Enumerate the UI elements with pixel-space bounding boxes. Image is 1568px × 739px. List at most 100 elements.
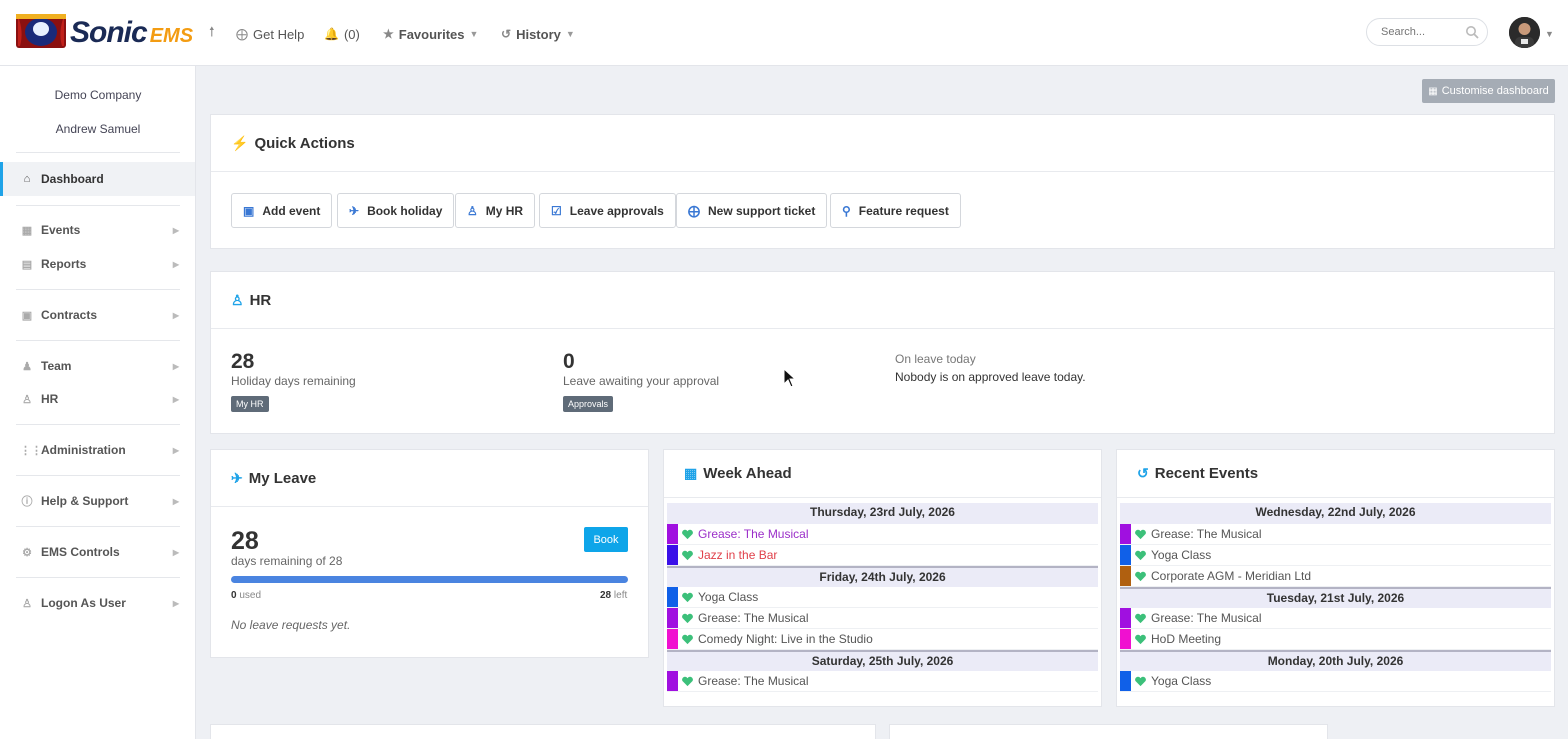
event-name[interactable]: HoD Meeting — [1151, 632, 1221, 646]
new-support-ticket-button[interactable]: ⨁ New support ticket — [676, 193, 828, 228]
event-name[interactable]: Grease: The Musical — [698, 674, 809, 688]
chevron-right-icon: ▶ — [172, 361, 179, 371]
report-icon: ▤ — [21, 258, 33, 271]
event-color-swatch — [1120, 671, 1131, 691]
event-name[interactable]: Yoga Class — [1151, 548, 1211, 562]
sidebar-item-reports[interactable]: ▤ Reports ▶ — [0, 247, 195, 281]
heart-icon — [1135, 550, 1146, 560]
button-label: Book holiday — [367, 203, 443, 218]
event-row[interactable]: HoD Meeting — [1120, 629, 1551, 650]
sidebar-item-team[interactable]: ♟ Team ▶ — [0, 349, 195, 383]
sidebar-item-ems-controls[interactable]: ⚙ EMS Controls ▶ — [0, 535, 195, 569]
awaiting-label: Leave awaiting your approval — [563, 374, 720, 388]
home-icon: ⌂ — [23, 173, 31, 185]
used-count: 0 — [231, 590, 237, 601]
logo[interactable]: Sonic EMS — [14, 12, 193, 54]
event-row[interactable]: Grease: The Musical — [667, 671, 1098, 692]
history-icon: ↺ — [1137, 465, 1149, 481]
chevron-right-icon: ▶ — [172, 225, 179, 235]
event-name[interactable]: Yoga Class — [1151, 674, 1211, 688]
favourites-menu[interactable]: ★ Favourites ▼ — [383, 24, 478, 44]
leave-left: 28 left — [600, 590, 627, 601]
event-row[interactable]: Yoga Class — [667, 587, 1098, 608]
book-button[interactable]: Book — [584, 527, 628, 552]
user-photo-icon — [1509, 17, 1540, 48]
search-input[interactable] — [1381, 26, 1461, 38]
sidebar-item-label: Administration — [41, 443, 126, 457]
feature-request-button[interactable]: ⚲ Feature request — [830, 193, 961, 228]
favourites-label: Favourites — [398, 26, 465, 42]
sidebar-item-label: Dashboard — [41, 172, 104, 186]
chevron-right-icon: ▶ — [172, 445, 179, 455]
event-row[interactable]: Grease: The Musical — [667, 608, 1098, 629]
search-box — [1366, 18, 1488, 46]
button-label: My HR — [485, 203, 524, 218]
my-hr-button[interactable]: ♙ My HR — [455, 193, 536, 228]
event-row[interactable]: Grease: The Musical — [1120, 524, 1551, 545]
approvals-badge[interactable]: Approvals — [563, 396, 614, 412]
book-holiday-button[interactable]: ✈ Book holiday — [337, 193, 455, 228]
sidebar-item-label: HR — [41, 392, 59, 406]
holiday-days-count: 28 — [231, 350, 255, 373]
company-name[interactable]: Demo Company — [0, 88, 196, 102]
event-name[interactable]: Grease: The Musical — [1151, 527, 1262, 541]
event-name[interactable]: Jazz in the Bar — [698, 548, 777, 562]
add-event-button[interactable]: ▣ Add event — [231, 193, 333, 228]
event-row[interactable]: Yoga Class — [1120, 545, 1551, 566]
get-help-link[interactable]: ⨁ Get Help — [236, 24, 304, 44]
heart-icon — [1135, 634, 1146, 644]
bottom-panel-right — [889, 724, 1328, 739]
panel-header: ↺ Recent Events — [1117, 450, 1554, 498]
sidebar-item-label: Logon As User — [41, 596, 126, 610]
panel-header: ⚡ Quick Actions — [211, 115, 1554, 172]
sidebar-item-help-support[interactable]: ⓘ Help & Support ▶ — [0, 484, 195, 518]
chevron-down-icon[interactable]: ▼ — [1545, 29, 1554, 39]
sidebar-item-contracts[interactable]: ▣ Contracts ▶ — [0, 298, 195, 332]
theatre-logo-icon — [16, 14, 66, 48]
button-label: New support ticket — [708, 203, 816, 218]
event-row[interactable]: Grease: The Musical — [1120, 608, 1551, 629]
event-name[interactable]: Corporate AGM - Meridian Ltd — [1151, 569, 1311, 583]
logo-text: Sonic — [70, 16, 148, 49]
event-color-swatch — [1120, 524, 1131, 544]
person-icon: ♙ — [231, 291, 244, 308]
sidebar-item-hr[interactable]: ♙ HR ▶ — [0, 382, 195, 416]
heart-icon — [682, 592, 693, 602]
event-name[interactable]: Comedy Night: Live in the Studio — [698, 632, 873, 646]
divider — [16, 424, 180, 425]
search-icon[interactable] — [1465, 25, 1479, 39]
user-name[interactable]: Andrew Samuel — [0, 122, 196, 136]
up-arrow-button[interactable]: 🠕 — [209, 24, 220, 44]
chevron-down-icon: ▼ — [565, 29, 575, 39]
lifebuoy-icon: ⨁ — [688, 203, 700, 218]
left-count: 28 — [600, 590, 612, 601]
event-row[interactable]: Corporate AGM - Meridian Ltd — [1120, 566, 1551, 587]
customise-dashboard-button[interactable]: ▦ Customise dashboard — [1422, 79, 1555, 103]
sidebar-item-events[interactable]: ▦ Events ▶ — [0, 213, 195, 247]
history-menu[interactable]: ↺ History ▼ — [501, 24, 575, 44]
event-row[interactable]: Yoga Class — [1120, 671, 1551, 692]
event-row[interactable]: Comedy Night: Live in the Studio — [667, 629, 1098, 650]
event-row[interactable]: Jazz in the Bar — [667, 545, 1098, 566]
panel-title: HR — [249, 291, 272, 309]
left-label: left — [613, 590, 628, 601]
event-name[interactable]: Yoga Class — [698, 590, 758, 604]
sidebar-item-logon-as-user[interactable]: ♙ Logon As User ▶ — [0, 586, 195, 620]
avatar[interactable] — [1509, 17, 1540, 48]
leave-used: 0 used — [231, 590, 261, 601]
event-name[interactable]: Grease: The Musical — [698, 527, 809, 541]
event-name[interactable]: Grease: The Musical — [1151, 611, 1262, 625]
panel-title: Week Ahead — [703, 465, 792, 482]
sidebar-item-dashboard[interactable]: ⌂ Dashboard — [0, 162, 195, 196]
chevron-right-icon: ▶ — [172, 496, 179, 506]
leave-approvals-button[interactable]: ☑ Leave approvals — [539, 193, 676, 228]
panel-title: My Leave — [248, 469, 317, 487]
sidebar-item-administration[interactable]: ⋮⋮ Administration ▶ — [0, 433, 195, 467]
sidebar-item-label: Events — [41, 223, 81, 237]
notifications-button[interactable]: 🔔 (0) — [324, 24, 360, 44]
my-hr-badge[interactable]: My HR — [231, 396, 269, 412]
event-row[interactable]: Grease: The Musical — [667, 524, 1098, 545]
sidebar-item-label: Team — [41, 359, 72, 373]
event-name[interactable]: Grease: The Musical — [698, 611, 809, 625]
event-color-swatch — [667, 587, 678, 607]
